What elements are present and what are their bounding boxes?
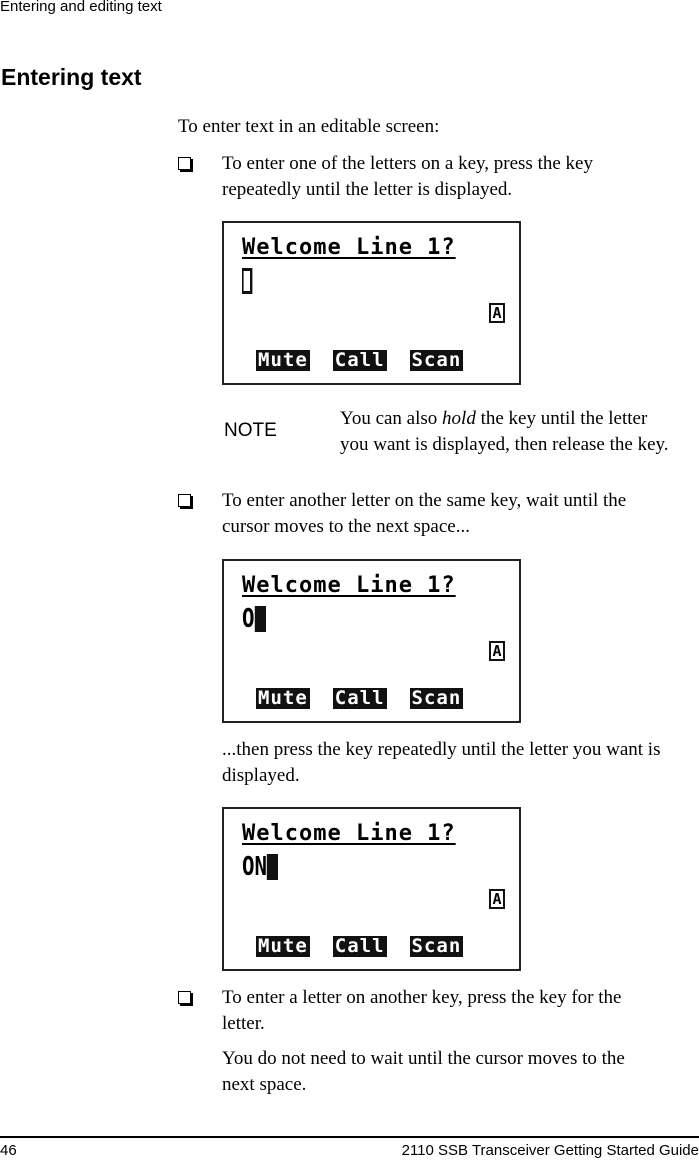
then-paragraph: ...then press the key repeatedly until t… — [222, 737, 660, 789]
bullet-text-line: To enter another letter on the same key,… — [222, 490, 627, 511]
lcd-entry-text: O — [242, 604, 255, 634]
softkey-call: Call — [332, 687, 387, 709]
lcd-screen: Welcome Line 1? ON A Mute Call Scan — [222, 807, 521, 971]
running-header: Entering and editing text — [0, 0, 162, 15]
bullet-text-line: To enter a letter on another key, press … — [222, 987, 622, 1008]
section-title: Entering text — [1, 64, 142, 90]
cursor-block-icon — [267, 854, 279, 880]
softkey-bar: Mute Call Scan — [256, 935, 464, 957]
note-text-part: You can also — [340, 408, 443, 429]
softkey-scan: Scan — [409, 935, 464, 957]
softkey-scan: Scan — [409, 687, 464, 709]
bullet-text-line: To enter one of the letters on a key, pr… — [222, 153, 593, 174]
mode-indicator: A — [489, 641, 505, 661]
footer-rule — [0, 1136, 699, 1138]
bullet-text-line: cursor moves to the next space... — [222, 516, 470, 537]
mode-indicator: A — [489, 889, 505, 909]
note-line: you want is displayed, then release the … — [340, 434, 669, 455]
lcd-title: Welcome Line 1? — [242, 821, 456, 846]
softkey-bar: Mute Call Scan — [256, 349, 464, 371]
note-line: You can also hold the key until the lett… — [340, 406, 669, 432]
note-emphasis: hold — [442, 408, 476, 429]
softkey-scan: Scan — [409, 349, 464, 371]
bullet-text-line: letter. — [222, 1013, 265, 1034]
cursor-block-icon — [254, 606, 266, 632]
softkey-call: Call — [332, 935, 387, 957]
paragraph-line: displayed. — [222, 765, 300, 786]
softkey-mute: Mute — [256, 349, 310, 371]
lcd-entry-line — [242, 268, 253, 294]
final-paragraph: You do not need to wait until the cursor… — [222, 1046, 625, 1098]
lcd-entry-text: ON — [242, 852, 268, 882]
lcd-screen: Welcome Line 1? O A Mute Call Scan — [222, 559, 521, 723]
softkey-bar: Mute Call Scan — [256, 687, 464, 709]
bullet-text-line: repeatedly until the letter is displayed… — [222, 179, 513, 200]
checkbox-bullet-icon — [178, 991, 191, 1004]
lcd-entry-line: ON — [242, 852, 279, 882]
lcd-title: Welcome Line 1? — [242, 235, 456, 260]
checkbox-bullet-icon — [178, 494, 191, 507]
checkbox-bullet-icon — [178, 157, 191, 170]
softkey-mute: Mute — [256, 687, 310, 709]
intro-text: To enter text in an editable screen: — [178, 116, 440, 137]
note-text: You can also hold the key until the lett… — [340, 406, 669, 458]
footer-guide-title: 2110 SSB Transceiver Getting Started Gui… — [401, 1142, 699, 1159]
note-text-part: the key until the letter — [475, 408, 648, 429]
lcd-entry-line: O — [242, 606, 266, 632]
cursor-outline-icon — [242, 268, 253, 294]
softkey-call: Call — [332, 349, 387, 371]
paragraph-line: next space. — [222, 1074, 307, 1095]
softkey-mute: Mute — [256, 935, 310, 957]
page-number: 46 — [0, 1142, 17, 1159]
lcd-screen: Welcome Line 1? A Mute Call Scan — [222, 221, 521, 385]
paragraph-line: You do not need to wait until the cursor… — [222, 1048, 625, 1069]
lcd-title: Welcome Line 1? — [242, 573, 456, 598]
note-label: NOTE — [224, 420, 277, 441]
mode-indicator: A — [489, 303, 505, 323]
paragraph-line: ...then press the key repeatedly until t… — [222, 739, 661, 760]
